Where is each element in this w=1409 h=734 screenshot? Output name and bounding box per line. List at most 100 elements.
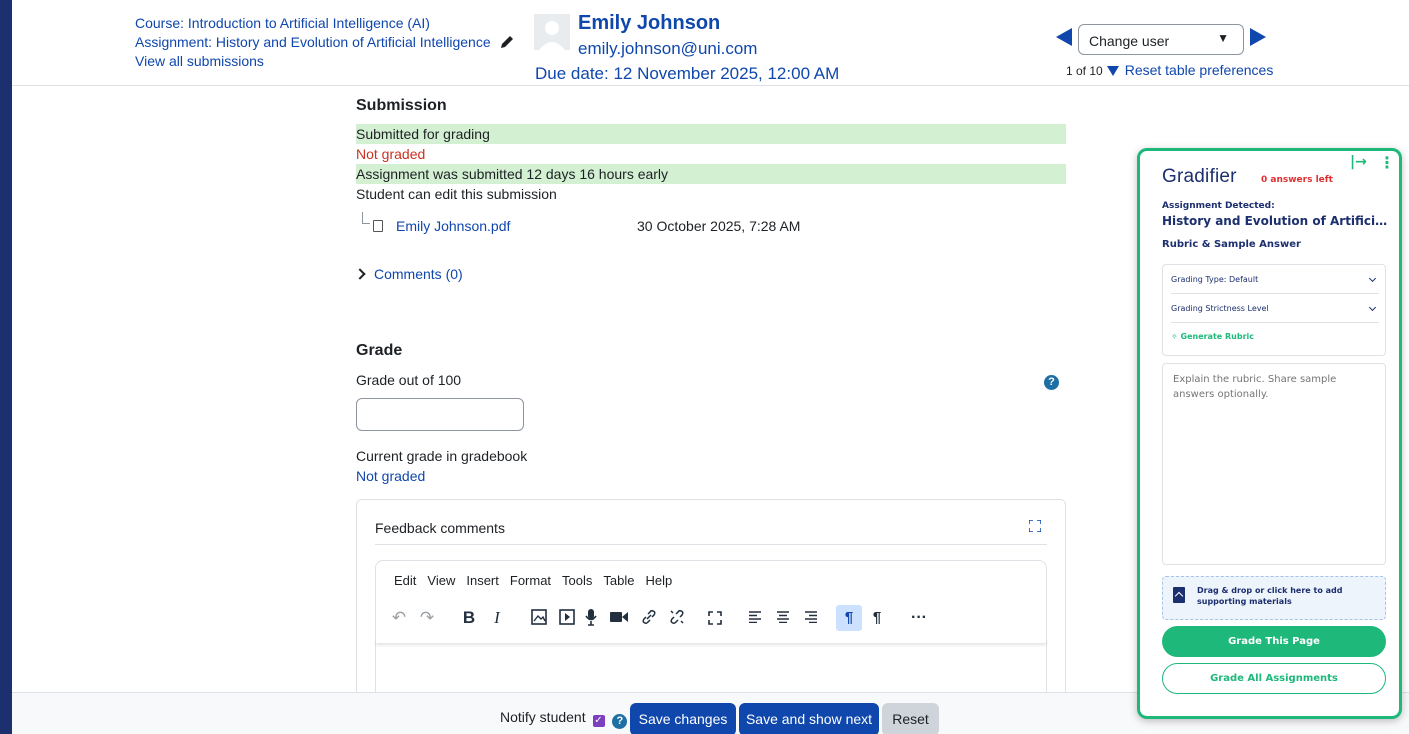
- pencil-icon[interactable]: [499, 34, 515, 50]
- pdf-file-icon: [373, 220, 383, 232]
- rtl-direction-icon[interactable]: ¶: [864, 605, 890, 631]
- chevron-down-icon: [1368, 303, 1377, 312]
- align-left-icon[interactable]: [742, 605, 768, 631]
- menu-format[interactable]: Format: [510, 573, 551, 588]
- image-icon[interactable]: [526, 605, 552, 631]
- unlink-icon[interactable]: [664, 605, 690, 631]
- fullscreen-icon[interactable]: [1029, 520, 1041, 532]
- strictness-dropdown[interactable]: Grading Strictness Level: [1171, 294, 1379, 323]
- fullscreen-editor-icon[interactable]: [702, 605, 728, 631]
- grading-status: Not graded: [356, 146, 426, 162]
- help-icon[interactable]: ?: [1044, 375, 1059, 390]
- detected-label: Assignment Detected:: [1162, 201, 1275, 211]
- video-icon[interactable]: [606, 605, 632, 631]
- answers-left-badge: 0 answers left: [1261, 175, 1333, 185]
- strictness-label: Grading Strictness Level: [1171, 304, 1269, 313]
- submission-status: Submitted for grading: [356, 124, 1066, 144]
- divider: [375, 544, 1047, 545]
- kebab-menu-icon[interactable]: ⋮: [1379, 153, 1395, 172]
- current-grade-label: Current grade in gradebook: [356, 448, 528, 464]
- submission-heading: Submission: [356, 97, 447, 114]
- gradifier-panel: Gradifier 0 answers left |→ ⋮ Assignment…: [1137, 148, 1402, 719]
- comments-link[interactable]: Comments (0): [374, 266, 463, 282]
- menu-insert[interactable]: Insert: [466, 573, 499, 588]
- file-link[interactable]: Emily Johnson.pdf: [396, 218, 510, 234]
- link-icon[interactable]: [636, 605, 662, 631]
- chevron-down-icon: [1368, 274, 1377, 283]
- next-user-icon[interactable]: [1250, 28, 1266, 46]
- bold-icon[interactable]: B: [456, 605, 482, 631]
- align-center-icon[interactable]: [770, 605, 796, 631]
- change-user-placeholder: Change user: [1089, 33, 1170, 49]
- sparkle-icon: ✧: [1171, 332, 1178, 341]
- undo-icon[interactable]: ↶: [386, 605, 412, 631]
- grade-heading: Grade: [356, 342, 403, 359]
- grading-options: Grading Type: Default Grading Strictness…: [1162, 264, 1386, 356]
- generate-rubric-label: Generate Rubric: [1180, 332, 1255, 341]
- caret-down-icon: ▼: [1217, 31, 1229, 45]
- italic-icon[interactable]: I: [484, 605, 510, 631]
- reset-preferences-link[interactable]: Reset table preferences: [1125, 62, 1274, 78]
- reset-button[interactable]: Reset: [882, 703, 939, 734]
- supporting-materials-dropzone[interactable]: Drag & drop or click here to add support…: [1162, 576, 1386, 620]
- grade-this-page-button[interactable]: Grade This Page: [1162, 626, 1386, 657]
- detected-assignment-title: History and Evolution of Artificial Inte…: [1162, 214, 1390, 228]
- filter-icon[interactable]: [1106, 66, 1119, 76]
- user-position: 1 of 10: [1066, 64, 1103, 78]
- dropzone-text: Drag & drop or click here to add support…: [1197, 586, 1343, 606]
- microphone-icon[interactable]: [578, 605, 604, 631]
- align-right-icon[interactable]: [798, 605, 824, 631]
- more-options-icon[interactable]: ···: [906, 605, 932, 631]
- user-name-link[interactable]: Emily Johnson: [578, 12, 720, 35]
- grading-type-dropdown[interactable]: Grading Type: Default: [1171, 265, 1379, 294]
- menu-help[interactable]: Help: [645, 573, 672, 588]
- user-avatar-icon: [534, 14, 570, 50]
- current-grade: Current grade in gradebook Not graded: [356, 446, 527, 486]
- rubric-heading: Rubric & Sample Answer: [1162, 239, 1301, 250]
- course-info: Course: Introduction to Artificial Intel…: [135, 14, 515, 71]
- gradifier-logo: Gradifier: [1162, 166, 1237, 187]
- file-date: 30 October 2025, 7:28 AM: [637, 218, 801, 234]
- menu-table[interactable]: Table: [603, 573, 634, 588]
- submission-timing: Assignment was submitted 12 days 16 hour…: [356, 164, 1066, 184]
- comments-toggle[interactable]: Comments (0): [354, 266, 463, 282]
- change-user-select[interactable]: Change user ▼: [1078, 24, 1244, 55]
- tree-branch-icon: [362, 212, 370, 224]
- user-count: 1 of 10 Reset table preferences: [1066, 62, 1273, 78]
- save-changes-button[interactable]: Save changes: [630, 703, 736, 734]
- grade-label: Grade out of 100: [356, 372, 462, 388]
- current-grade-link[interactable]: Not graded: [356, 466, 527, 486]
- menu-edit[interactable]: Edit: [394, 573, 416, 588]
- feedback-label: Feedback comments: [375, 520, 505, 536]
- user-email: emily.johnson@uni.com: [578, 39, 758, 58]
- menu-tools[interactable]: Tools: [562, 573, 592, 588]
- chevron-right-icon: [354, 268, 366, 280]
- grade-all-assignments-button[interactable]: Grade All Assignments: [1162, 663, 1386, 694]
- previous-user-icon[interactable]: [1056, 28, 1072, 46]
- notify-student[interactable]: Notify student ✓ ?: [500, 709, 628, 729]
- avatar: [534, 14, 570, 50]
- notify-label: Notify student: [500, 709, 586, 725]
- edit-status: Student can edit this submission: [356, 186, 557, 202]
- generate-rubric-button[interactable]: ✧ Generate Rubric: [1171, 332, 1254, 341]
- save-and-next-button[interactable]: Save and show next: [739, 703, 879, 734]
- course-link[interactable]: Course: Introduction to Artificial Intel…: [135, 14, 515, 33]
- grader-header: Course: Introduction to Artificial Intel…: [12, 0, 1409, 86]
- editor-toolbar: ↶ ↷ B I ¶ ¶ ···: [386, 605, 1046, 633]
- grading-type-label: Grading Type: Default: [1171, 275, 1259, 284]
- view-all-submissions-link[interactable]: View all submissions: [135, 52, 515, 71]
- menu-view[interactable]: View: [427, 573, 455, 588]
- media-icon[interactable]: [554, 605, 580, 631]
- rubric-textarea[interactable]: [1162, 363, 1386, 565]
- collapse-panel-icon[interactable]: |→: [1350, 154, 1367, 170]
- grade-input[interactable]: [356, 398, 524, 431]
- redo-icon[interactable]: ↷: [414, 605, 440, 631]
- notify-checkbox[interactable]: ✓: [592, 715, 605, 727]
- upload-document-icon: [1173, 587, 1185, 603]
- assignment-link[interactable]: Assignment: History and Evolution of Art…: [135, 34, 491, 50]
- toolbar-divider: [376, 639, 1046, 643]
- ltr-direction-icon[interactable]: ¶: [836, 605, 862, 631]
- help-icon[interactable]: ?: [612, 714, 628, 729]
- due-date: Due date: 12 November 2025, 12:00 AM: [535, 64, 840, 83]
- editor-menubar: Edit View Insert Format Tools Table Help: [394, 573, 683, 588]
